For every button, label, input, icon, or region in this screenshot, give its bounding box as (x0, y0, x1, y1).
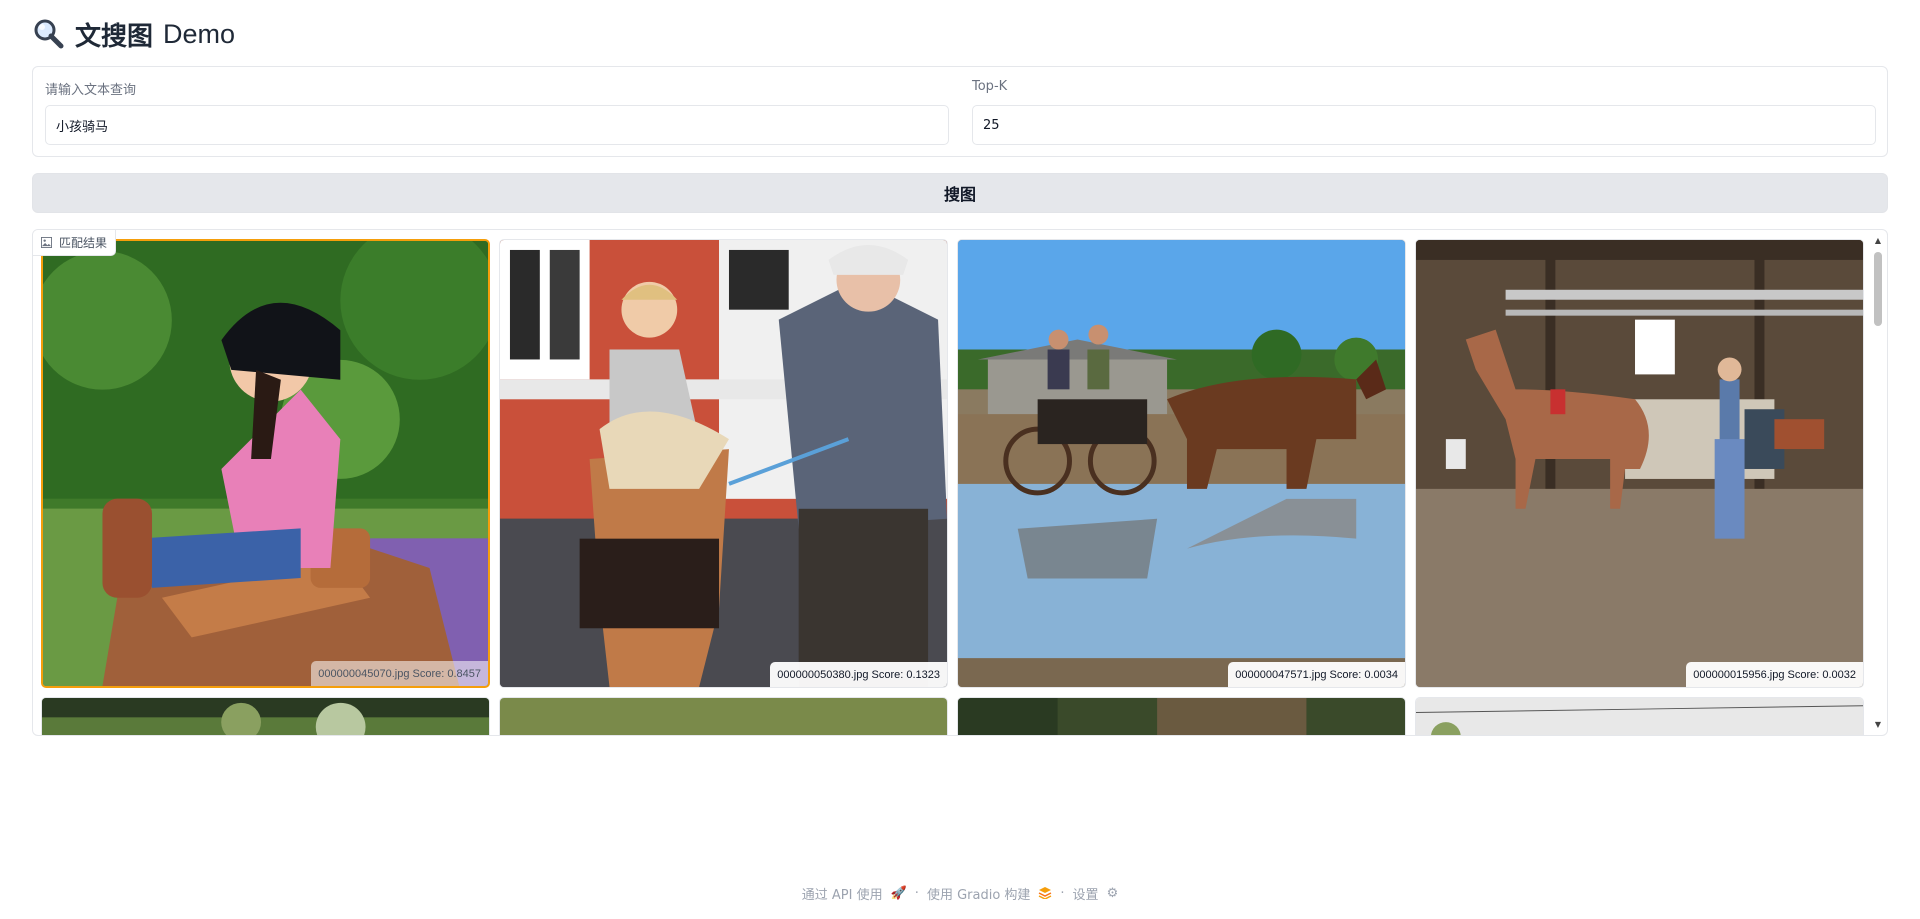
gallery-item[interactable]: 000000047571.jpg Score: 0.0034 (957, 239, 1406, 688)
footer-separator: · (1060, 885, 1065, 901)
scroll-down-icon[interactable]: ▼ (1873, 720, 1883, 730)
scroll-thumb[interactable] (1874, 252, 1882, 326)
gear-icon[interactable]: ⚙ (1107, 886, 1119, 901)
gallery-item[interactable] (957, 697, 1406, 735)
gallery-item[interactable] (1415, 697, 1864, 735)
title-demo: Demo (163, 18, 236, 49)
gallery-item[interactable]: 000000050380.jpg Score: 0.1323 (499, 239, 948, 688)
magnifier-icon (34, 19, 64, 49)
topk-label: Top-K (972, 79, 1008, 94)
footer: 通过 API 使用 🚀 · 使用 Gradio 构建 · 设置 ⚙ (0, 882, 1920, 904)
topk-input[interactable] (972, 105, 1876, 145)
input-panel: 请输入文本查询 Top-K (32, 66, 1888, 157)
result-photo (958, 698, 1405, 735)
page-title: 文搜图 Demo (33, 14, 235, 54)
query-label: 请输入文本查询 (45, 83, 137, 98)
result-photo (1416, 698, 1863, 735)
image-caption: 000000045070.jpg Score: 0.8457 (311, 661, 488, 686)
gallery-item[interactable]: 000000015956.jpg Score: 0.0032 (1415, 239, 1864, 688)
results-gallery: 匹配结果 000000045070.jpg Score: 0.8457 0000… (32, 229, 1888, 736)
settings-link[interactable]: 设置 (1073, 884, 1099, 903)
title-chinese: 文搜图 (75, 21, 154, 52)
gallery-scrollbar[interactable]: ▲ ▼ (1873, 236, 1883, 730)
gallery-label: 匹配结果 (33, 230, 117, 256)
result-photo (500, 698, 947, 735)
horse-carriage-photo (958, 240, 1405, 687)
gallery-label-text: 匹配结果 (59, 236, 108, 250)
gallery-item[interactable]: 000000045070.jpg Score: 0.8457 (41, 239, 490, 688)
girl-riding-photo (43, 241, 488, 686)
boy-on-pony-photo (500, 240, 947, 687)
search-button[interactable]: 搜图 (32, 173, 1888, 213)
rocket-icon: 🚀 (890, 885, 907, 901)
result-photo (42, 698, 489, 735)
image-caption: 000000015956.jpg Score: 0.0032 (1686, 662, 1863, 687)
api-link[interactable]: 通过 API 使用 (802, 884, 883, 903)
gallery-item[interactable] (41, 697, 490, 735)
app-root: 文搜图 Demo 请输入文本查询 Top-K 搜图 匹配结果 (0, 0, 1920, 919)
image-icon (41, 237, 52, 248)
gallery-item[interactable] (499, 697, 948, 735)
gradio-link[interactable]: 使用 Gradio 构建 (927, 884, 1030, 903)
gradio-logo-icon (1039, 887, 1052, 899)
image-caption: 000000047571.jpg Score: 0.0034 (1228, 662, 1405, 687)
image-caption: 000000050380.jpg Score: 0.1323 (770, 662, 947, 687)
query-input[interactable] (45, 105, 949, 145)
footer-separator: · (914, 885, 919, 901)
scroll-up-icon[interactable]: ▲ (1873, 236, 1883, 246)
barn-horse-photo (1416, 240, 1863, 687)
